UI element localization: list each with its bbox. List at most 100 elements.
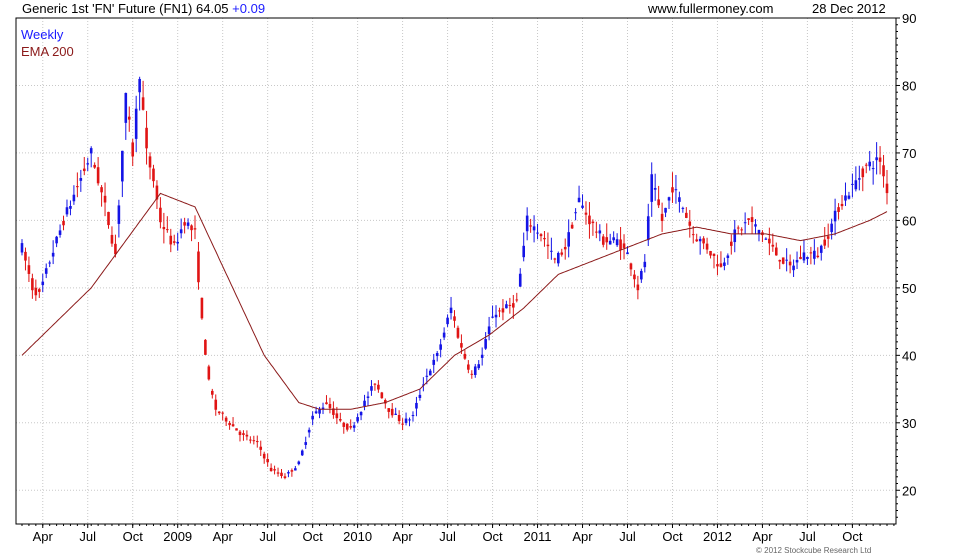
candle-body [788, 261, 792, 266]
candle-body [428, 370, 432, 376]
candle-body [411, 415, 415, 417]
x-tick-label: Jul [799, 529, 816, 544]
candle-body [27, 265, 31, 274]
candle-body [342, 422, 346, 427]
candle-body [356, 417, 359, 422]
candles [20, 76, 889, 480]
candle-body [598, 230, 602, 234]
candle-body [121, 150, 124, 182]
candle-body [605, 237, 609, 243]
candle-body [255, 441, 259, 443]
candle-body [300, 450, 304, 456]
candle-body [847, 195, 851, 199]
candle-body [768, 238, 771, 244]
candle-body [688, 221, 692, 226]
candle-body [249, 439, 252, 441]
x-tick-label: Oct [662, 529, 683, 544]
candle-body [726, 255, 730, 258]
candle-body [366, 396, 370, 398]
candle-body [529, 225, 532, 227]
x-tick-label: Apr [752, 529, 773, 544]
x-tick-label: Apr [213, 529, 234, 544]
y-tick-label: 40 [902, 348, 916, 363]
candle-body [809, 252, 813, 254]
candle-body [743, 222, 747, 224]
x-tick-label: Jul [259, 529, 276, 544]
candle-body [190, 225, 193, 231]
candle-body [501, 308, 505, 313]
candle-body [491, 316, 494, 318]
candle-body [345, 423, 349, 430]
candle-body [214, 399, 218, 410]
candle-body [498, 310, 501, 312]
candle-body [484, 339, 487, 349]
candle-body [657, 199, 660, 206]
copyright: © 2012 Stockcube Research Ltd [756, 546, 872, 555]
candle-body [681, 207, 685, 209]
candle-body [186, 222, 190, 226]
candle-body [404, 418, 408, 424]
candle-body [723, 262, 726, 266]
candle-body [363, 400, 366, 407]
candle-body [228, 422, 231, 426]
candle-body [553, 258, 557, 260]
candle-body [851, 183, 854, 185]
candle-body [650, 174, 654, 202]
candle-body [193, 228, 197, 230]
candle-body [380, 392, 384, 399]
candle-body [640, 270, 643, 280]
candle-body [34, 287, 38, 296]
candle-body [200, 297, 204, 319]
candle-body [757, 229, 761, 235]
candle-body [100, 187, 103, 193]
candle-body [304, 442, 308, 445]
candle-body [124, 92, 128, 123]
candle-body [543, 237, 546, 240]
candle-body [802, 252, 806, 261]
candle-body [238, 431, 242, 436]
candle-body [425, 375, 429, 377]
candle-body [117, 205, 121, 224]
candle-body [273, 469, 276, 471]
candle-body [283, 476, 287, 479]
candle-body [664, 207, 667, 213]
candle-body [885, 183, 889, 194]
candle-body [211, 390, 214, 395]
candle-body [494, 314, 498, 318]
candle-body [314, 411, 318, 414]
candle-body [24, 251, 27, 261]
y-axis: 20 30 40 50 60 70 80 90 [896, 11, 916, 518]
candle-body [394, 413, 397, 415]
candle-body [536, 232, 539, 234]
candle-body [114, 243, 117, 255]
candle-body [730, 241, 733, 246]
candle-body [837, 207, 840, 212]
candle-body [695, 239, 698, 242]
y-tick-label: 60 [902, 213, 916, 228]
candle-body [667, 197, 671, 201]
candle-body [515, 299, 519, 301]
candle-body [816, 255, 820, 258]
candle-body [774, 247, 778, 256]
candle-body [806, 256, 809, 260]
price-chart: 20 30 40 50 60 70 80 90 Apr Jul Oct 2009 Apr Jul Oct 2… [15, 11, 916, 544]
candle-body [62, 220, 65, 226]
candle-body [512, 303, 515, 308]
x-tick-label: Jul [439, 529, 456, 544]
candle-body [311, 415, 314, 420]
legend-ema: EMA 200 [21, 44, 74, 59]
candle-body [55, 236, 58, 244]
candle-body [823, 239, 827, 246]
candle-body [591, 221, 595, 224]
candle-body [44, 268, 48, 274]
candle-body [297, 461, 301, 465]
candle-body [93, 164, 96, 168]
x-tick-label: Oct [482, 529, 503, 544]
candle-body [269, 467, 273, 472]
candle-body [69, 205, 72, 209]
candle-body [435, 353, 439, 357]
candle-body [871, 168, 875, 170]
plot-frame [15, 17, 897, 525]
candle-body [131, 142, 135, 157]
candle-body [294, 468, 297, 471]
